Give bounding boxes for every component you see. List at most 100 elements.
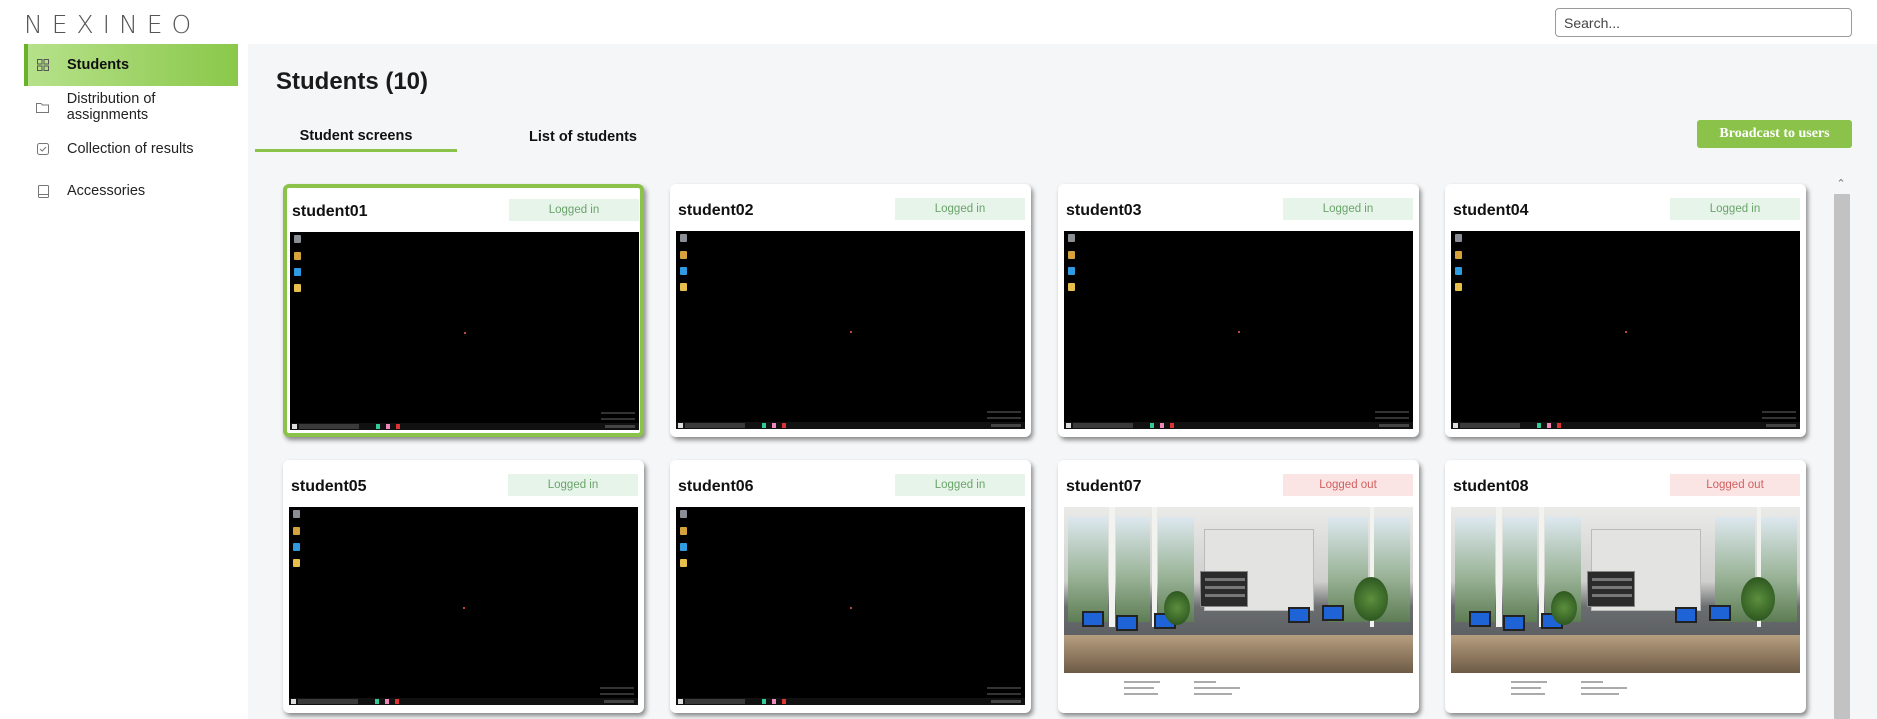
taskbar-app-icon — [772, 423, 776, 428]
scroll-up-icon[interactable]: ⌃ — [1832, 174, 1850, 192]
taskbar-app-icon — [782, 699, 786, 704]
vertical-scrollbar[interactable]: ⌃ — [1832, 174, 1850, 719]
taskbar-app-icon — [396, 424, 400, 429]
recycle-bin-icon — [680, 510, 687, 518]
status-badge: Logged in — [895, 474, 1025, 496]
sidebar-item-label: Distribution of assignments — [66, 91, 156, 123]
taskbar — [289, 698, 638, 705]
mouse-cursor — [463, 607, 465, 609]
taskbar-app-icon — [762, 423, 766, 428]
student-name: student02 — [678, 202, 754, 219]
sidebar-item-label: Collection of results — [67, 141, 194, 157]
screen-thumbnail — [1451, 231, 1800, 429]
student-name: student08 — [1453, 478, 1529, 495]
system-tray — [1766, 424, 1796, 427]
student-card[interactable]: student08 Logged out — [1445, 460, 1806, 713]
watermark-text — [987, 411, 1021, 419]
student-card[interactable]: student01 Logged in — [283, 184, 644, 437]
user-folder-icon — [1068, 251, 1075, 259]
user-folder-icon — [680, 251, 687, 259]
student-card[interactable]: student02 Logged in — [670, 184, 1031, 437]
scroll-thumb[interactable] — [1834, 194, 1850, 719]
sidebar-item-accessories[interactable]: Accessories — [24, 170, 238, 212]
start-icon — [678, 699, 683, 704]
screen-thumbnail — [1064, 231, 1413, 429]
broadcast-button[interactable]: Broadcast to users — [1697, 120, 1852, 148]
folder-icon — [294, 284, 301, 292]
lock-screen-image — [1451, 507, 1800, 705]
status-badge: Logged in — [508, 474, 638, 496]
start-icon — [292, 424, 297, 429]
taskbar — [290, 423, 639, 430]
student-card[interactable]: student04 Logged in — [1445, 184, 1806, 437]
student-card[interactable]: student07 Logged out — [1058, 460, 1419, 713]
taskbar-app-icon — [1160, 423, 1164, 428]
student-name: student04 — [1453, 202, 1529, 219]
user-folder-icon — [293, 527, 300, 535]
start-icon — [1066, 423, 1071, 428]
watermark-text — [600, 687, 634, 695]
student-card[interactable]: student05 Logged in — [283, 460, 644, 713]
sidebar-item-label: Students — [67, 57, 130, 73]
watermark-text — [1762, 411, 1796, 419]
status-badge: Logged in — [509, 199, 639, 221]
nexineo-logo: NEXINEO — [24, 10, 201, 39]
taskbar-app-icon — [782, 423, 786, 428]
taskbar-search — [685, 423, 745, 428]
taskbar-app-icon — [376, 424, 380, 429]
lock-screen-footer — [1451, 673, 1800, 705]
system-tray — [605, 425, 635, 428]
taskbar-app-icon — [1557, 423, 1561, 428]
mouse-cursor — [850, 331, 852, 333]
taskbar-search — [1460, 423, 1520, 428]
recycle-bin-icon — [680, 234, 687, 242]
sidebar-item-students[interactable]: Students — [24, 44, 238, 86]
taskbar-search — [1073, 423, 1133, 428]
taskbar-search — [685, 699, 745, 704]
taskbar-app-icon — [772, 699, 776, 704]
lock-screen-image — [1064, 507, 1413, 705]
system-tray — [604, 700, 634, 703]
checkbox-icon — [36, 142, 50, 156]
sidebar-item-distribution[interactable]: Distribution of assignments — [24, 86, 238, 128]
status-badge: Logged in — [895, 198, 1025, 220]
user-folder-icon — [1455, 251, 1462, 259]
folder-icon — [680, 283, 687, 291]
search-input[interactable] — [1555, 8, 1852, 37]
mouse-cursor — [850, 607, 852, 609]
folder-icon — [680, 559, 687, 567]
student-name: student01 — [292, 203, 368, 220]
tab-student-screens[interactable]: Student screens — [255, 122, 457, 152]
status-badge: Logged out — [1670, 474, 1800, 496]
sidebar-item-collection[interactable]: Collection of results — [24, 128, 238, 170]
taskbar-app-icon — [375, 699, 379, 704]
taskbar-app-icon — [1150, 423, 1154, 428]
system-tray — [1379, 424, 1409, 427]
edge-browser-icon — [1068, 267, 1075, 275]
top-bar: NEXINEO — [0, 0, 1877, 44]
student-name: student03 — [1066, 202, 1142, 219]
edge-browser-icon — [680, 543, 687, 551]
student-name: student06 — [678, 478, 754, 495]
tab-list-of-students[interactable]: List of students — [498, 122, 668, 152]
taskbar — [1451, 422, 1800, 429]
device-icon — [36, 184, 50, 198]
taskbar — [676, 422, 1025, 429]
taskbar-app-icon — [386, 424, 390, 429]
lock-screen-footer — [1064, 673, 1413, 705]
watermark-text — [987, 687, 1021, 695]
start-icon — [1453, 423, 1458, 428]
taskbar-app-icon — [395, 699, 399, 704]
student-name: student05 — [291, 478, 367, 495]
student-card[interactable]: student03 Logged in — [1058, 184, 1419, 437]
main-panel: Students (10) Student screens List of st… — [248, 44, 1877, 719]
screen-thumbnail — [676, 507, 1025, 705]
sidebar-item-label: Accessories — [67, 183, 146, 199]
folder-icon — [293, 559, 300, 567]
status-badge: Logged in — [1283, 198, 1413, 220]
student-card[interactable]: student06 Logged in — [670, 460, 1031, 713]
recycle-bin-icon — [1068, 234, 1075, 242]
mouse-cursor — [1238, 331, 1240, 333]
screen-thumbnail — [1451, 507, 1800, 705]
taskbar-search — [298, 699, 358, 704]
